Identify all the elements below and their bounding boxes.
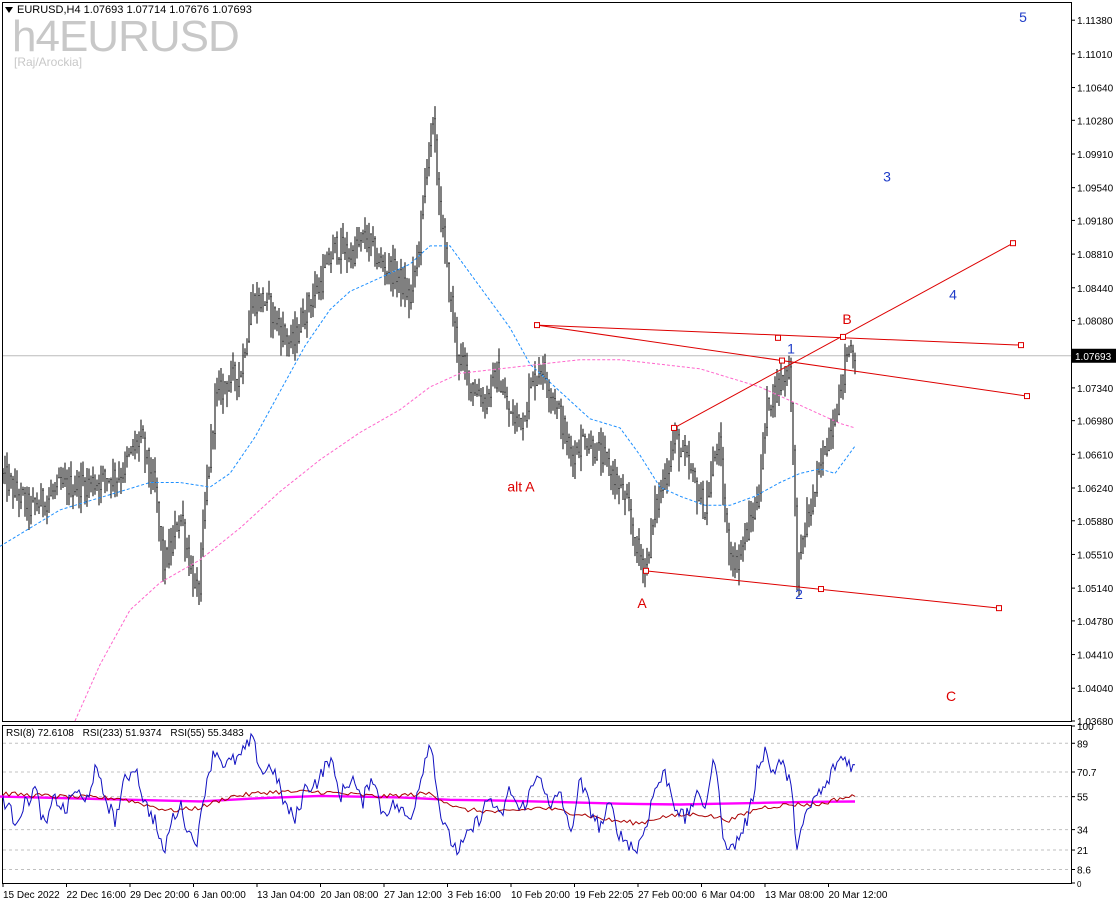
price-tick-label: 1.09910 <box>1077 150 1114 161</box>
time-tick-label: 15 Dec 2022 <box>3 890 60 901</box>
trendline-anchor[interactable] <box>1010 240 1016 247</box>
rsi-series-rsi8 <box>2 732 856 856</box>
price-tick-label: 1.10280 <box>1077 116 1114 127</box>
price-tick-label: 1.06610 <box>1077 450 1114 461</box>
price-tick-label: 1.05140 <box>1077 584 1114 595</box>
wave-label: B <box>842 311 851 327</box>
price-tick-label: 1.05880 <box>1077 517 1114 528</box>
trendline-anchor[interactable] <box>643 567 649 574</box>
trendline-anchor[interactable] <box>779 357 785 364</box>
price-tick-label: 1.10640 <box>1077 84 1114 95</box>
price-tick-label: 1.06980 <box>1077 417 1114 428</box>
rsi-series-rsi233 <box>0 794 856 806</box>
trendline-anchor[interactable] <box>1024 393 1030 400</box>
wave-label: 4 <box>949 287 957 303</box>
time-tick-label: 20 Mar 12:00 <box>829 890 888 901</box>
wave-label: 5 <box>1019 9 1027 25</box>
trendline-anchor[interactable] <box>996 605 1002 612</box>
price-tick-label: 1.04040 <box>1077 684 1114 695</box>
price-tick-label: 1.07340 <box>1077 384 1114 395</box>
wave-label: 1 <box>787 340 795 356</box>
rsi-tick-label: 8.6 <box>1077 865 1091 876</box>
time-axis: 15 Dec 2022 22 Dec 16:00 29 Dec 20:00 6 Jan… <box>2 883 888 901</box>
wave-label: 2 <box>795 586 803 602</box>
time-tick-label: 27 Feb 00:00 <box>638 890 697 901</box>
chart-canvas: 534B1alt AA2C 1.113801.110101.106401.102… <box>0 2 1116 901</box>
price-tick-label: 1.08080 <box>1077 317 1114 328</box>
time-tick-label: 6 Jan 00:00 <box>194 890 247 901</box>
time-tick-label: 13 Jan 04:00 <box>257 890 315 901</box>
current-price-label: 1.07693 <box>1075 352 1112 363</box>
rsi8-legend: RSI(8) 72.6108 <box>6 728 74 739</box>
wave-label: C <box>946 688 956 704</box>
main-plot-frame <box>2 2 1072 722</box>
price-tick-label: 1.05510 <box>1077 550 1114 561</box>
rsi-tick-label: 89 <box>1077 739 1089 750</box>
price-tick-label: 1.06240 <box>1077 484 1114 495</box>
wave-label: alt A <box>507 479 535 495</box>
rsi-tick-label: 100 <box>1077 722 1094 733</box>
wave-label: 3 <box>883 168 891 184</box>
time-tick-label: 20 Jan 08:00 <box>321 890 379 901</box>
price-tick-label: 1.08810 <box>1077 250 1114 261</box>
time-tick-label: 3 Feb 16:00 <box>448 890 502 901</box>
rsi-panel-frame <box>2 725 1072 884</box>
price-tick-label: 1.04410 <box>1077 651 1114 662</box>
wave-label: A <box>637 595 647 611</box>
rsi-tick-label: 34 <box>1077 826 1089 837</box>
watermark-subtitle: [Raj/Arockia] <box>14 55 83 69</box>
time-tick-label: 13 Mar 08:00 <box>765 890 824 901</box>
trendline-anchor[interactable] <box>1018 342 1024 349</box>
trendline-anchor[interactable] <box>818 586 824 593</box>
trendline-anchor[interactable] <box>775 334 781 341</box>
price-tick-label: 1.04780 <box>1077 617 1114 628</box>
price-tick-label: 1.08440 <box>1077 284 1114 295</box>
rsi233-legend: RSI(233) 51.9374 <box>82 728 162 739</box>
price-axis: 1.11380 1.11010 1.10640 1.10280 1.09910 1.095… <box>1071 16 1116 889</box>
rsi-chart[interactable] <box>0 732 1071 870</box>
time-tick-label: 29 Dec 20:00 <box>130 890 190 901</box>
time-tick-label: 27 Jan 12:00 <box>384 890 442 901</box>
price-tick-label: 1.11380 <box>1077 16 1113 27</box>
price-tick-label: 1.09540 <box>1077 184 1114 195</box>
rsi-tick-label: 70.7 <box>1077 768 1097 779</box>
price-tick-label: 1.11010 <box>1077 50 1113 61</box>
price-chart[interactable]: 5 3 4 B 1 alt A A 2 C <box>0 9 1071 722</box>
rsi55-legend: RSI(55) 55.3483 <box>170 728 244 739</box>
trendline-anchor[interactable] <box>671 424 677 431</box>
rsi-tick-label: 55 <box>1077 793 1089 804</box>
trendline-anchor[interactable] <box>840 333 846 340</box>
time-tick-label: 6 Mar 04:00 <box>702 890 756 901</box>
moving-average-slow <box>74 359 856 722</box>
time-tick-label: 10 Feb 20:00 <box>511 890 570 901</box>
rsi-legend: RSI(8) 72.6108 RSI(233) 51.9374 RSI(55) … <box>6 728 250 739</box>
time-tick-label: 19 Feb 22:05 <box>575 890 634 901</box>
moving-average-fast <box>0 245 856 547</box>
price-tick-label: 1.09180 <box>1077 216 1114 227</box>
rsi-series-rsi55 <box>2 789 856 826</box>
trendline-anchor[interactable] <box>534 322 540 329</box>
rsi-tick-label: 21 <box>1077 846 1089 857</box>
rsi-tick-label: 0 <box>1077 880 1082 889</box>
time-tick-label: 22 Dec 16:00 <box>67 890 127 901</box>
